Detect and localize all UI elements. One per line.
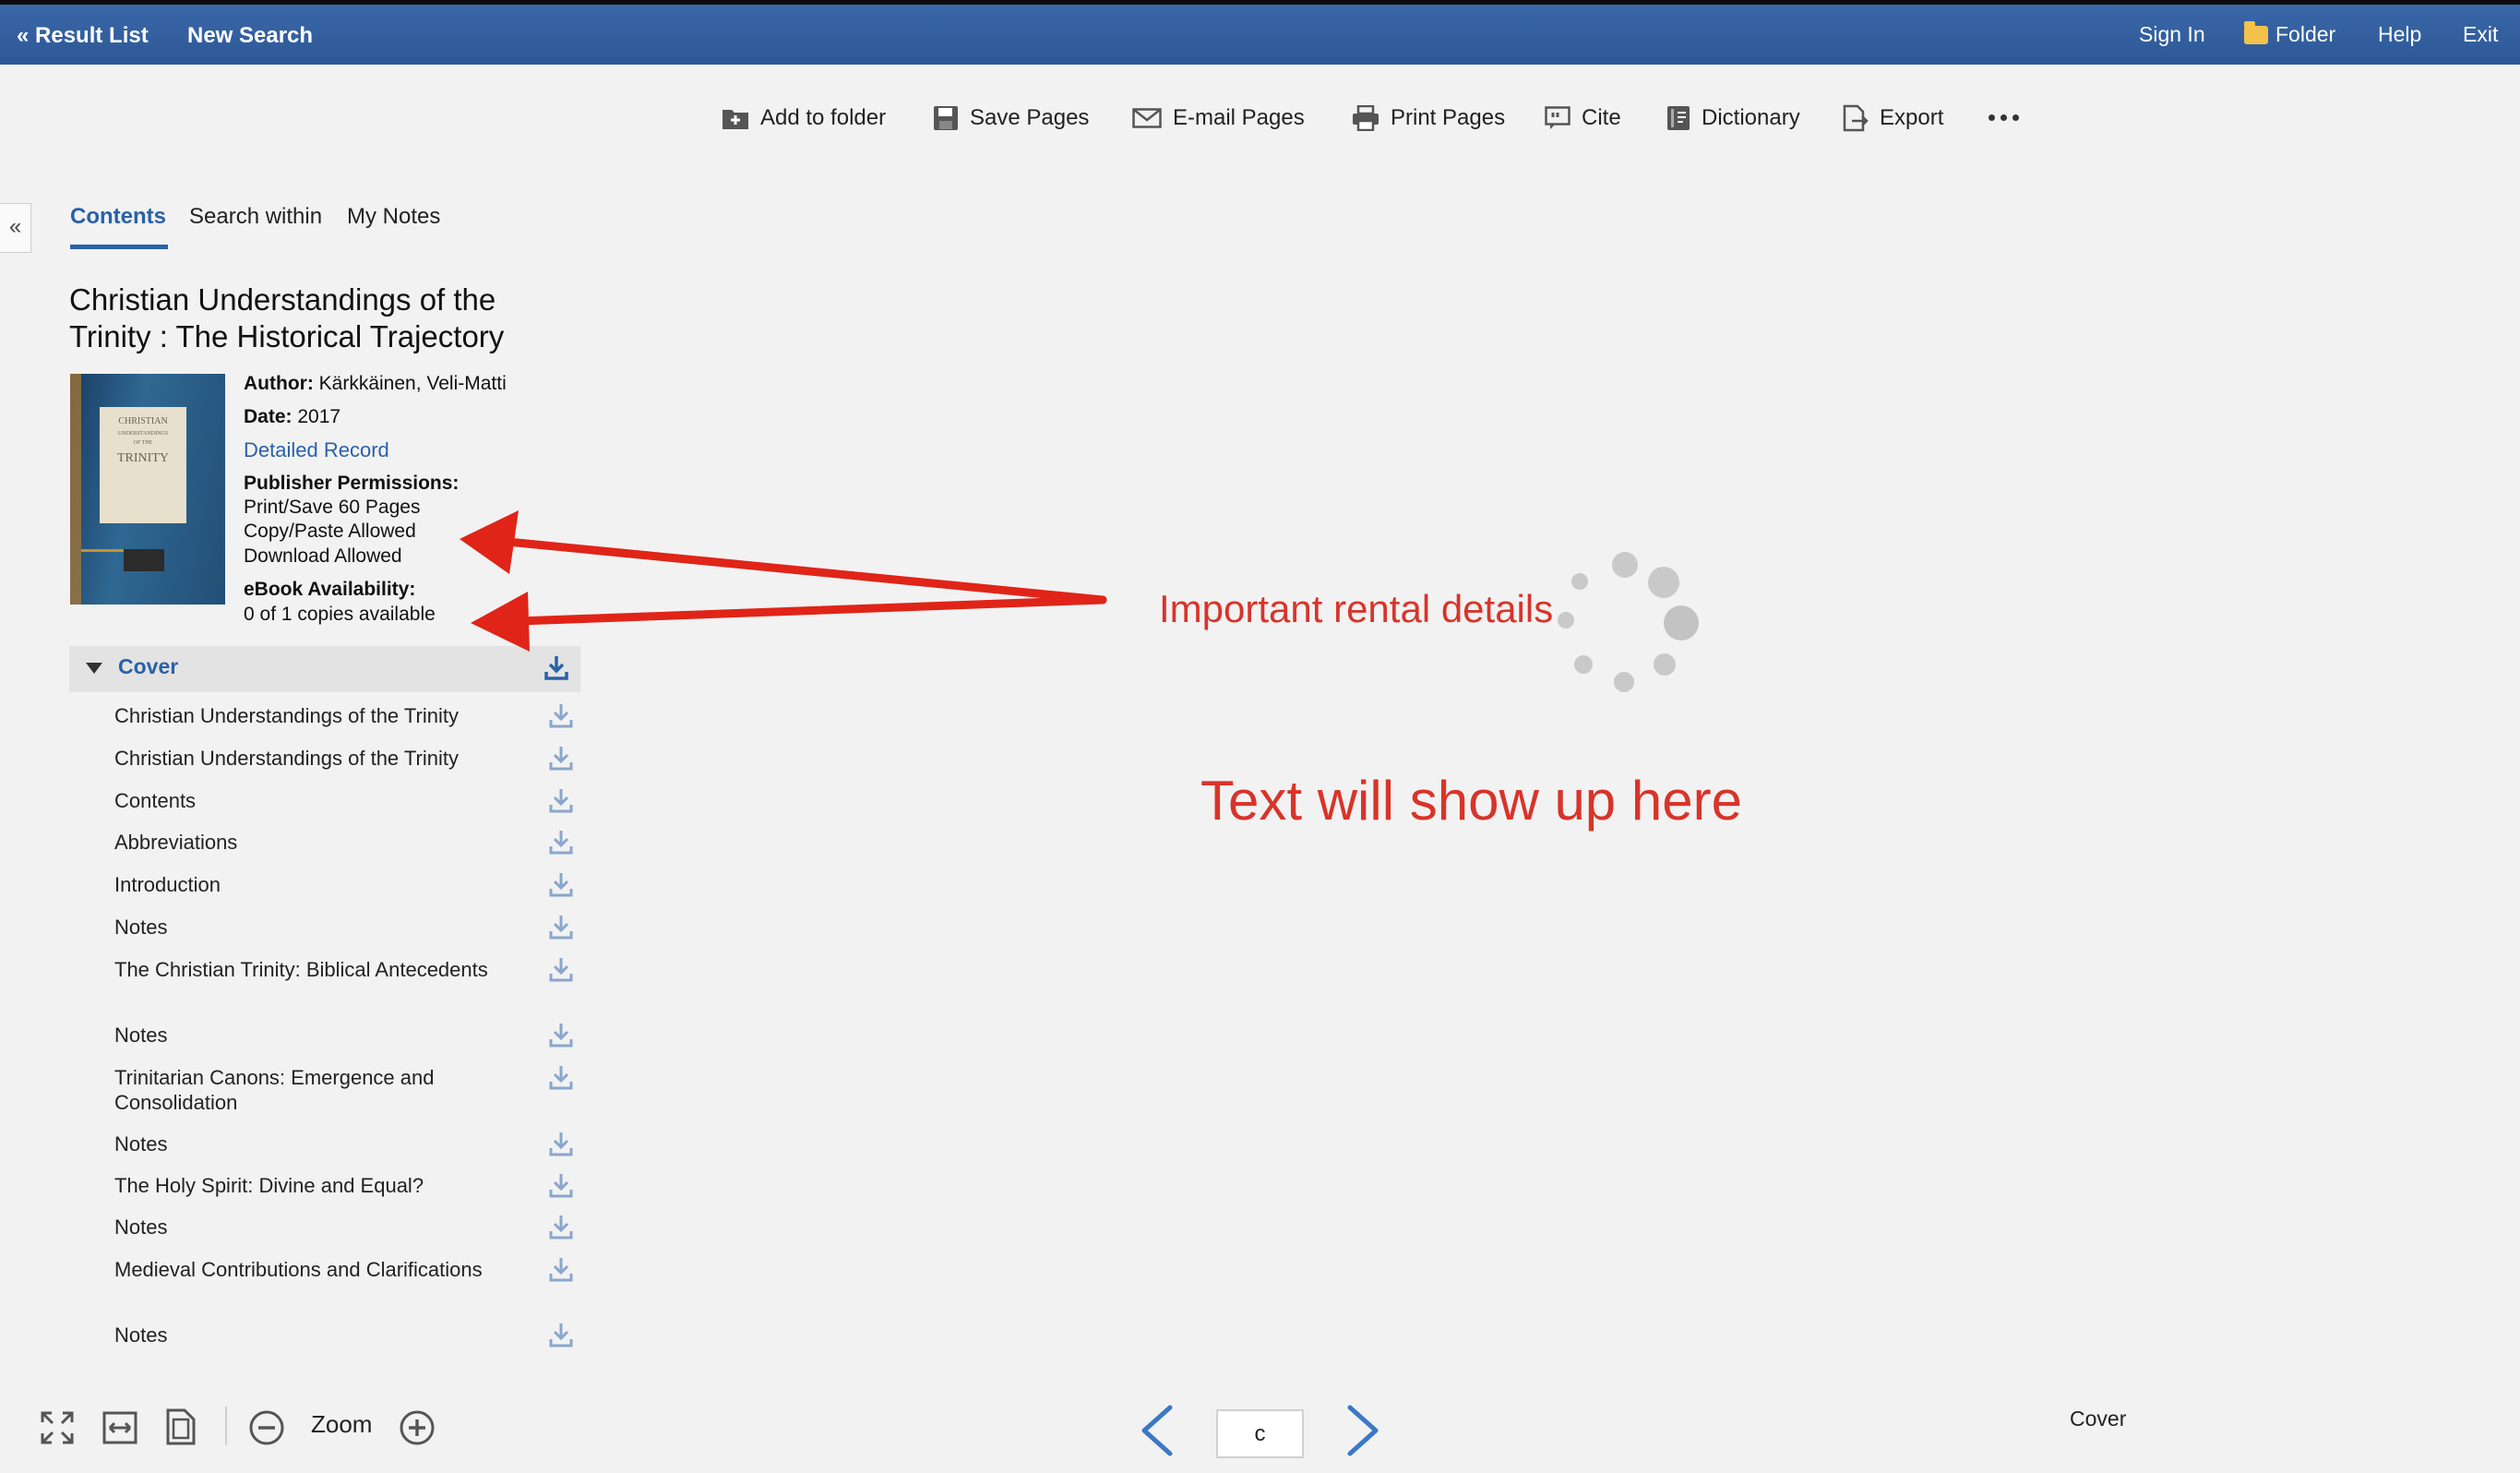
toolbar-divider — [225, 1407, 227, 1445]
annotation-arrow-permissions — [503, 537, 1107, 605]
fit-width-icon[interactable] — [102, 1409, 138, 1446]
previous-page-icon[interactable] — [1137, 1404, 1177, 1457]
current-section-label: Cover — [2070, 1407, 2127, 1431]
fullscreen-icon[interactable] — [39, 1409, 76, 1446]
zoom-label: Zoom — [311, 1410, 373, 1438]
zoom-out-icon[interactable] — [247, 1408, 286, 1447]
annotation-arrowhead-availability — [471, 592, 530, 652]
annotation-rental-details: Important rental details — [1159, 587, 1554, 630]
fit-page-icon[interactable] — [164, 1407, 197, 1446]
zoom-in-icon[interactable] — [398, 1408, 436, 1447]
annotation-arrowhead-permissions — [460, 510, 519, 574]
annotation-arrows — [460, 510, 1107, 652]
next-page-icon[interactable] — [1343, 1404, 1383, 1457]
annotation-text-placeholder: Text will show up here — [1200, 770, 1742, 832]
annotation-arrow-availability — [514, 595, 1107, 626]
page-number-input[interactable]: c — [1216, 1409, 1304, 1458]
